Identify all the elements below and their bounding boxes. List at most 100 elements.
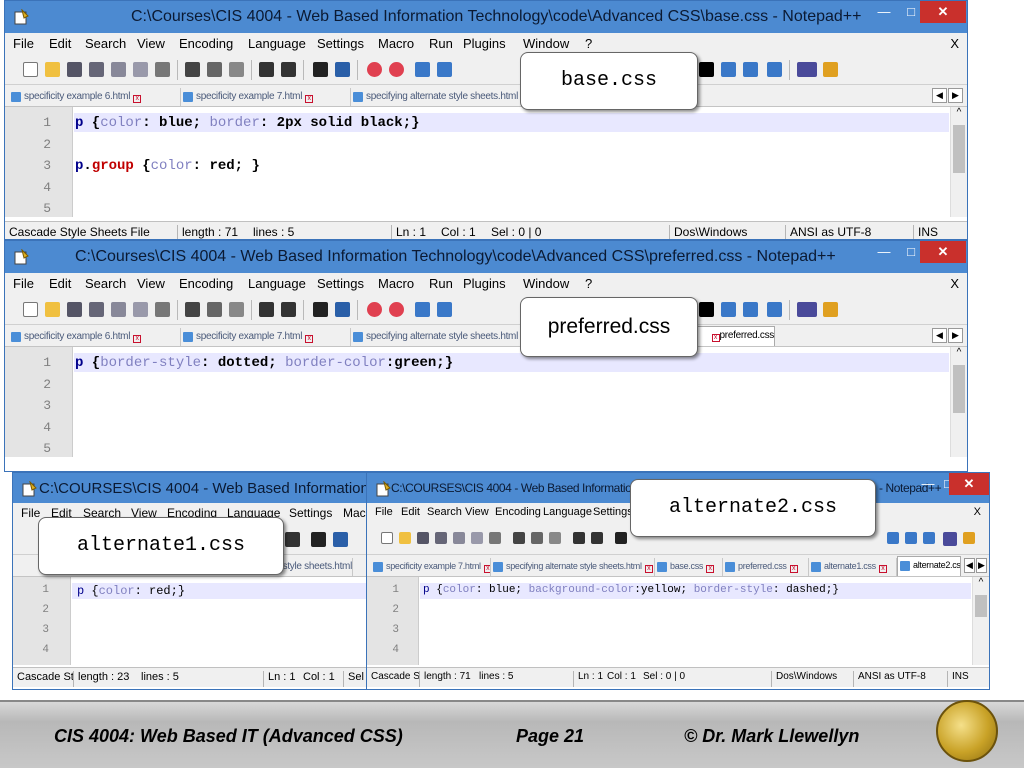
menu-view[interactable]: View bbox=[137, 276, 165, 291]
menu-edit[interactable]: Edit bbox=[49, 276, 71, 291]
spellcheck-icon[interactable] bbox=[797, 302, 817, 317]
scroll-thumb[interactable] bbox=[953, 125, 965, 173]
open-icon[interactable] bbox=[45, 62, 60, 77]
tab-scroll-left-icon[interactable]: ◀ bbox=[932, 88, 947, 103]
close-icon[interactable]: ✕ bbox=[949, 473, 989, 495]
tab-scroll-right-icon[interactable]: ▶ bbox=[976, 558, 987, 573]
close-all-icon[interactable] bbox=[133, 302, 148, 317]
tab-close-icon[interactable]: x bbox=[706, 565, 715, 573]
spellcheck-options-icon[interactable] bbox=[823, 62, 838, 77]
redo-icon[interactable] bbox=[281, 302, 296, 317]
spellcheck-icon[interactable] bbox=[797, 62, 817, 77]
menu-macro[interactable]: Macro bbox=[378, 276, 414, 291]
title-bar[interactable]: C:\Courses\CIS 4004 - Web Based Informat… bbox=[5, 241, 967, 273]
stop-record-icon[interactable] bbox=[699, 62, 714, 77]
vertical-scrollbar[interactable]: ^ bbox=[972, 577, 989, 665]
run-macro-icon[interactable] bbox=[905, 532, 917, 544]
close-icon[interactable]: ✕ bbox=[920, 1, 966, 23]
zoom-out-icon[interactable] bbox=[389, 62, 404, 77]
sync-scroll-h-icon[interactable] bbox=[437, 302, 452, 317]
menu-view[interactable]: View bbox=[465, 506, 489, 518]
undo-icon[interactable] bbox=[285, 532, 300, 547]
menu-run[interactable]: Run bbox=[429, 276, 453, 291]
stop-record-icon[interactable] bbox=[699, 302, 714, 317]
tab-close-icon[interactable]: x bbox=[133, 95, 142, 103]
play-macro-icon[interactable] bbox=[721, 62, 736, 77]
tab-alternate1[interactable]: alternate1.css x bbox=[809, 558, 897, 576]
scroll-up-icon[interactable]: ^ bbox=[951, 107, 967, 118]
save-all-icon[interactable] bbox=[89, 302, 104, 317]
menu-edit[interactable]: Edit bbox=[401, 506, 420, 518]
menu-plugins[interactable]: Plugins bbox=[463, 276, 506, 291]
vertical-scrollbar[interactable]: ^ bbox=[950, 347, 967, 457]
new-file-icon[interactable] bbox=[23, 302, 38, 317]
tab-specificity-example-7[interactable]: specificity example 7.html x bbox=[181, 328, 351, 346]
tab-close-icon[interactable]: x bbox=[711, 334, 720, 342]
menu-window[interactable]: Window bbox=[523, 36, 569, 51]
zoom-in-icon[interactable] bbox=[367, 302, 382, 317]
save-macro-icon[interactable] bbox=[767, 62, 782, 77]
undo-icon[interactable] bbox=[573, 532, 585, 544]
tab-close-icon[interactable]: x bbox=[644, 565, 653, 573]
sync-scroll-icon[interactable] bbox=[415, 302, 430, 317]
menu-search[interactable]: Search bbox=[427, 506, 462, 518]
tab-specificity-example-7[interactable]: specificity example 7.html x bbox=[371, 558, 491, 576]
scroll-thumb[interactable] bbox=[953, 365, 965, 413]
save-icon[interactable] bbox=[67, 62, 82, 77]
replace-icon[interactable] bbox=[335, 302, 350, 317]
close-all-icon[interactable] bbox=[471, 532, 483, 544]
paste-icon[interactable] bbox=[229, 62, 244, 77]
spellcheck-options-icon[interactable] bbox=[963, 532, 975, 544]
sync-scroll-h-icon[interactable] bbox=[437, 62, 452, 77]
find-icon[interactable] bbox=[311, 532, 326, 547]
save-macro-icon[interactable] bbox=[923, 532, 935, 544]
title-bar[interactable]: C:\COURSES\CIS 4004 - Web Based Informat… bbox=[13, 473, 383, 503]
title-bar[interactable]: C:\Courses\CIS 4004 - Web Based Informat… bbox=[5, 1, 967, 33]
find-icon[interactable] bbox=[313, 62, 328, 77]
zoom-out-icon[interactable] bbox=[389, 302, 404, 317]
open-icon[interactable] bbox=[399, 532, 411, 544]
menu-macro[interactable]: Macro bbox=[378, 36, 414, 51]
close-icon[interactable]: ✕ bbox=[920, 241, 966, 263]
save-macro-icon[interactable] bbox=[767, 302, 782, 317]
menu-encoding[interactable]: Encoding bbox=[495, 506, 541, 518]
tab-close-icon[interactable]: x bbox=[305, 95, 314, 103]
scroll-up-icon[interactable]: ^ bbox=[973, 577, 989, 588]
menu-search[interactable]: Search bbox=[85, 276, 126, 291]
undo-icon[interactable] bbox=[259, 302, 274, 317]
menu-help[interactable]: ? bbox=[585, 36, 592, 51]
code-editor[interactable]: 1 2 3 4 p {color: red;} bbox=[13, 577, 383, 665]
menu-file[interactable]: File bbox=[21, 506, 40, 520]
tab-specifying-alternate[interactable]: specifying alternate style sheets.html x bbox=[491, 558, 655, 576]
tab-preferred[interactable]: preferred.cssx bbox=[723, 558, 809, 576]
copy-icon[interactable] bbox=[207, 302, 222, 317]
menu-settings[interactable]: Settings bbox=[317, 276, 364, 291]
tab-close-icon[interactable]: x bbox=[133, 335, 142, 343]
menu-encoding[interactable]: Encoding bbox=[179, 36, 233, 51]
tab-specifying-alternate[interactable]: specifying alternate style sheets.html bbox=[351, 328, 521, 346]
redo-icon[interactable] bbox=[281, 62, 296, 77]
tab-scroll-left-icon[interactable]: ◀ bbox=[932, 328, 947, 343]
menu-settings[interactable]: Settings bbox=[593, 506, 633, 518]
tab-close-icon[interactable]: x bbox=[305, 335, 314, 343]
play-macro-icon[interactable] bbox=[721, 302, 736, 317]
minimize-icon[interactable]: — bbox=[871, 241, 897, 263]
menu-help[interactable]: ? bbox=[585, 276, 592, 291]
tab-scroll-left-icon[interactable]: ◀ bbox=[964, 558, 975, 573]
open-icon[interactable] bbox=[45, 302, 60, 317]
close-file-icon[interactable] bbox=[111, 302, 126, 317]
print-icon[interactable] bbox=[155, 302, 170, 317]
menu-plugins[interactable]: Plugins bbox=[463, 36, 506, 51]
scroll-up-icon[interactable]: ^ bbox=[951, 347, 967, 358]
tab-scroll-right-icon[interactable]: ▶ bbox=[948, 328, 963, 343]
sync-scroll-icon[interactable] bbox=[415, 62, 430, 77]
find-icon[interactable] bbox=[615, 532, 627, 544]
minimize-icon[interactable]: — bbox=[871, 1, 897, 23]
save-icon[interactable] bbox=[417, 532, 429, 544]
close-document-button[interactable]: X bbox=[950, 36, 959, 51]
cut-icon[interactable] bbox=[185, 62, 200, 77]
close-file-icon[interactable] bbox=[453, 532, 465, 544]
play-macro-icon[interactable] bbox=[887, 532, 899, 544]
copy-icon[interactable] bbox=[531, 532, 543, 544]
cut-icon[interactable] bbox=[185, 302, 200, 317]
